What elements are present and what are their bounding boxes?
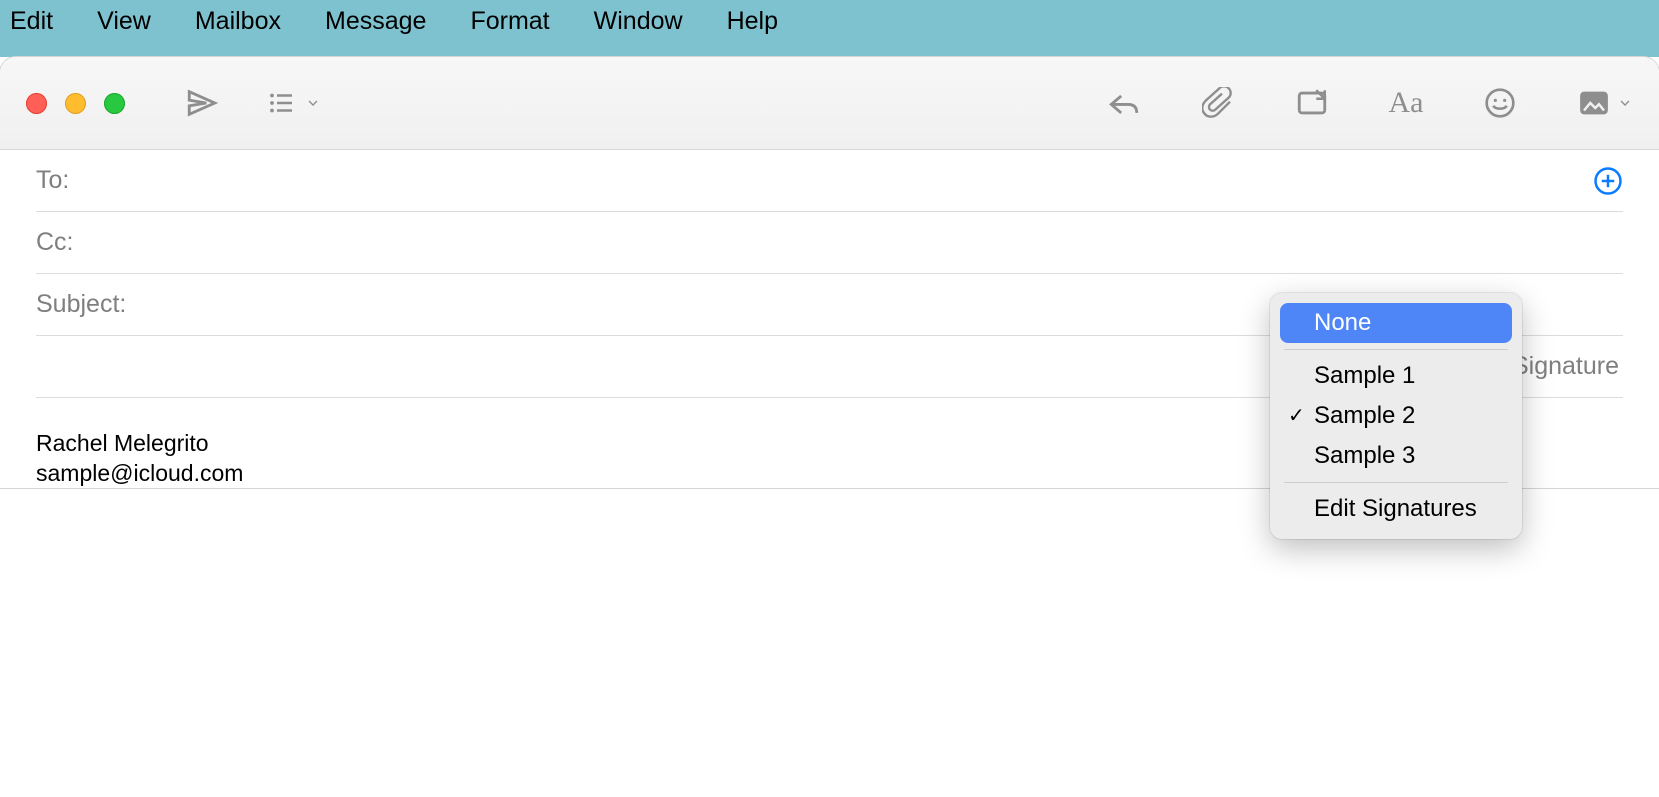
chevron-down-icon bbox=[305, 95, 321, 111]
add-recipient-button[interactable] bbox=[1593, 166, 1623, 196]
signature-popup-menu: None Sample 1 ✓ Sample 2 Sample 3 Edit Si… bbox=[1270, 293, 1522, 539]
close-button[interactable] bbox=[26, 93, 47, 114]
zoom-button[interactable] bbox=[104, 93, 125, 114]
menu-help[interactable]: Help bbox=[727, 7, 778, 36]
emoji-icon[interactable] bbox=[1483, 86, 1517, 120]
cc-label: Cc: bbox=[36, 228, 74, 257]
signature-option-sample2[interactable]: ✓ Sample 2 bbox=[1280, 396, 1512, 436]
menu-edit[interactable]: Edit bbox=[10, 7, 53, 36]
menu-view[interactable]: View bbox=[97, 7, 151, 36]
cc-field-row[interactable]: Cc: bbox=[36, 212, 1623, 274]
menu-format[interactable]: Format bbox=[470, 7, 549, 36]
send-icon[interactable] bbox=[185, 86, 219, 120]
to-label: To: bbox=[36, 166, 69, 195]
subject-label: Subject: bbox=[36, 290, 126, 319]
toolbar-left-group bbox=[185, 86, 321, 120]
signature-option-sample3[interactable]: Sample 3 bbox=[1280, 436, 1512, 476]
attachment-icon[interactable] bbox=[1201, 86, 1235, 120]
reply-icon[interactable] bbox=[1107, 86, 1141, 120]
signature-label: Signature bbox=[1512, 352, 1623, 381]
menu-mailbox[interactable]: Mailbox bbox=[195, 7, 281, 36]
toolbar-right-group: Aa bbox=[1107, 86, 1633, 120]
menu-separator bbox=[1284, 482, 1508, 483]
format-text-glyph: Aa bbox=[1389, 86, 1424, 120]
menu-separator bbox=[1284, 349, 1508, 350]
photo-browser-button[interactable] bbox=[1577, 86, 1633, 120]
edit-signatures-option[interactable]: Edit Signatures bbox=[1280, 489, 1512, 529]
photo-icon bbox=[1577, 86, 1611, 120]
menu-message[interactable]: Message bbox=[325, 7, 426, 36]
menu-window[interactable]: Window bbox=[594, 7, 683, 36]
signature-option-label: Sample 2 bbox=[1314, 402, 1415, 429]
minimize-button[interactable] bbox=[65, 93, 86, 114]
format-icon[interactable]: Aa bbox=[1389, 86, 1423, 120]
traffic-lights bbox=[26, 93, 125, 114]
checkmark-icon: ✓ bbox=[1288, 403, 1305, 428]
to-field-row[interactable]: To: bbox=[36, 150, 1623, 212]
system-menubar: Edit View Mailbox Message Format Window … bbox=[0, 0, 1659, 42]
desktop-gap bbox=[0, 42, 1659, 57]
markup-icon[interactable] bbox=[1295, 86, 1329, 120]
window-toolbar: Aa bbox=[0, 57, 1659, 150]
chevron-down-icon bbox=[1617, 95, 1633, 111]
header-fields-button[interactable] bbox=[265, 86, 321, 120]
signature-option-none[interactable]: None bbox=[1280, 303, 1512, 343]
list-icon bbox=[265, 86, 299, 120]
signature-option-sample1[interactable]: Sample 1 bbox=[1280, 356, 1512, 396]
